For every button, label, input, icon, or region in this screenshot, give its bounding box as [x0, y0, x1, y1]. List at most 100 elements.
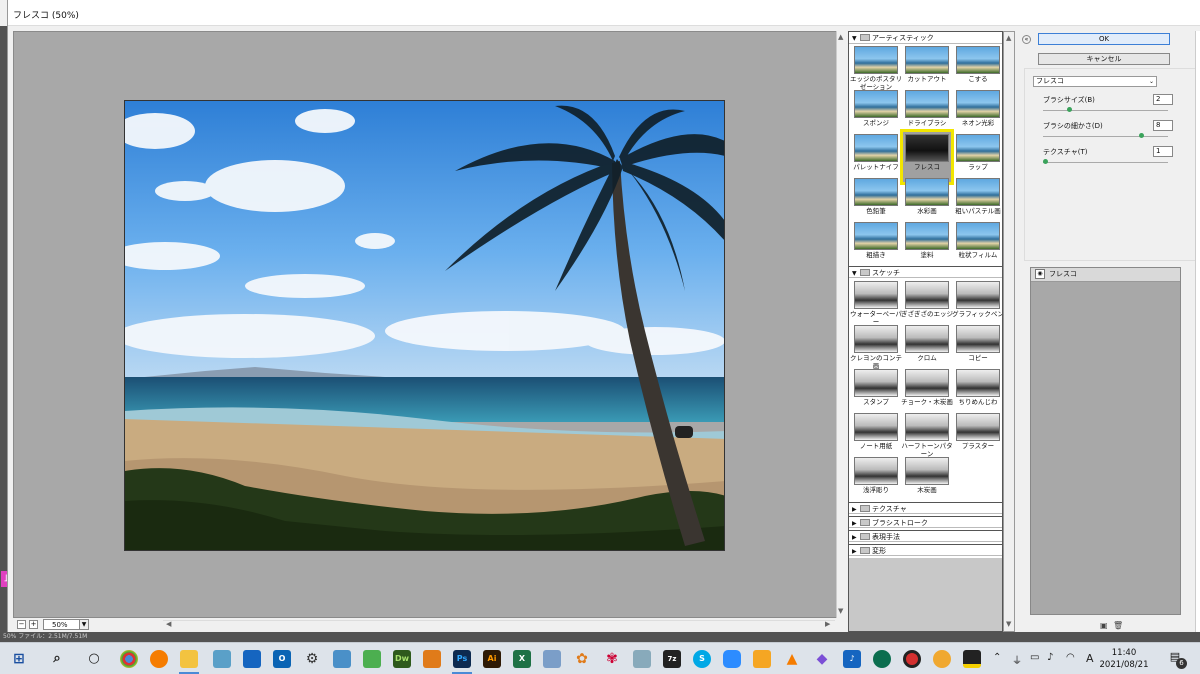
app-icon[interactable]: ✾	[603, 650, 621, 668]
filter-thumbnail[interactable]	[905, 134, 949, 162]
brush-detail-input[interactable]: 8	[1153, 120, 1173, 131]
delete-effect-layer-icon[interactable]: 🗑	[1113, 621, 1123, 630]
search-icon[interactable]: ⌕	[48, 650, 66, 668]
app-icon[interactable]	[213, 650, 231, 668]
preview-vertical-scrollbar[interactable]: ▲ ▼	[836, 31, 846, 618]
music-icon[interactable]: ♪	[843, 650, 861, 668]
brush-size-input[interactable]: 2	[1153, 94, 1173, 105]
app-icon[interactable]	[363, 650, 381, 668]
filter-thumbnail[interactable]	[956, 134, 1000, 162]
illustrator-icon[interactable]: Ai	[483, 650, 501, 668]
vlc-icon[interactable]: ▲	[783, 650, 801, 668]
scroll-left-arrow[interactable]: ◀	[166, 620, 171, 628]
skype-icon[interactable]: S	[693, 650, 711, 668]
outlook-icon[interactable]: O	[273, 650, 291, 668]
app-icon[interactable]	[543, 650, 561, 668]
filter-thumbnail[interactable]	[854, 222, 898, 250]
filter-thumbnail[interactable]	[854, 281, 898, 309]
category-artistic[interactable]: ▼ アーティスティック	[849, 32, 1002, 44]
7zip-icon[interactable]: 7z	[663, 650, 681, 668]
category-distort[interactable]: ▶ 変形	[849, 544, 1002, 556]
filter-select[interactable]: フレスコ ⌄	[1033, 76, 1157, 87]
zoom-out-button[interactable]: −	[17, 620, 26, 629]
tray-chevron-icon[interactable]: ⌃	[993, 652, 1001, 663]
category-sketch[interactable]: ▼ スケッチ	[849, 266, 1002, 278]
task-view-icon[interactable]: ○	[85, 650, 103, 668]
scroll-right-arrow[interactable]: ▶	[825, 620, 830, 628]
filter-thumbnail[interactable]	[956, 281, 1000, 309]
filter-thumbnail[interactable]	[905, 46, 949, 74]
category-brush-strokes[interactable]: ▶ ブラシストローク	[849, 516, 1002, 528]
filter-thumbnail[interactable]	[905, 457, 949, 485]
brush-detail-slider[interactable]	[1043, 133, 1168, 138]
eye-icon[interactable]: ◉	[1035, 269, 1045, 279]
battery-icon[interactable]: ▭	[1030, 652, 1039, 663]
filter-thumbnail[interactable]	[854, 369, 898, 397]
texture-slider[interactable]	[1043, 159, 1168, 164]
filter-thumbnail[interactable]	[854, 413, 898, 441]
filter-thumbnail[interactable]	[905, 325, 949, 353]
collapse-panel-icon[interactable]: «	[1022, 35, 1031, 44]
zoom-in-button[interactable]: +	[29, 620, 38, 629]
chrome-icon[interactable]	[120, 650, 138, 668]
windows-start-icon[interactable]: ⊞	[10, 650, 28, 668]
filter-thumbnail[interactable]	[854, 178, 898, 206]
filter-thumbnail[interactable]	[905, 281, 949, 309]
filter-thumbnail[interactable]	[854, 134, 898, 162]
slider-knob[interactable]	[1067, 107, 1072, 112]
preview-horizontal-scrollbar[interactable]: ◀ ▶	[163, 620, 835, 629]
filter-thumbnail[interactable]	[854, 457, 898, 485]
category-texture[interactable]: ▶ テクスチャ	[849, 502, 1002, 514]
sticky-notes-icon[interactable]	[963, 650, 981, 668]
excel-icon[interactable]: X	[513, 650, 531, 668]
preview-area[interactable]	[13, 31, 839, 618]
firefox-icon[interactable]	[150, 650, 168, 668]
new-effect-layer-icon[interactable]: ▣	[1100, 621, 1108, 630]
filter-thumbnail[interactable]	[905, 90, 949, 118]
filter-thumbnail[interactable]	[854, 46, 898, 74]
scroll-up-arrow[interactable]: ▲	[838, 33, 843, 41]
filter-thumbnail[interactable]	[956, 413, 1000, 441]
effect-layer[interactable]: ◉ フレスコ	[1031, 268, 1180, 282]
dreamweaver-icon[interactable]: Dw	[393, 650, 411, 668]
filter-thumbnail[interactable]	[956, 90, 1000, 118]
photoshop-icon[interactable]: Ps	[453, 650, 471, 668]
title-bar[interactable]: フレスコ (50%)	[8, 0, 1200, 26]
filter-thumbnail[interactable]	[854, 325, 898, 353]
scroll-down-arrow[interactable]: ▼	[1006, 620, 1011, 628]
scroll-up-arrow[interactable]: ▲	[1006, 34, 1011, 42]
app-icon[interactable]	[423, 650, 441, 668]
file-explorer-icon[interactable]	[180, 650, 198, 668]
app-icon[interactable]: ◆	[813, 650, 831, 668]
filter-thumbnail[interactable]	[905, 222, 949, 250]
filter-thumbnail[interactable]	[956, 369, 1000, 397]
slider-knob[interactable]	[1139, 133, 1144, 138]
filter-thumbnail[interactable]	[956, 325, 1000, 353]
tray-icon[interactable]: ⏚	[1012, 652, 1022, 667]
brush-size-slider[interactable]	[1043, 107, 1168, 112]
filter-thumbnail[interactable]	[956, 178, 1000, 206]
filter-thumbnail[interactable]	[905, 178, 949, 206]
app-icon[interactable]	[933, 650, 951, 668]
slider-knob[interactable]	[1043, 159, 1048, 164]
app-icon[interactable]	[753, 650, 771, 668]
taskbar-clock[interactable]: 11:40 2021/08/21	[1092, 647, 1156, 671]
zoom-icon[interactable]	[723, 650, 741, 668]
app-icon[interactable]	[873, 650, 891, 668]
ok-button[interactable]: OK	[1038, 33, 1170, 45]
notification-icon[interactable]: ▤ 6	[1166, 650, 1187, 669]
category-stylize[interactable]: ▶ 表現手法	[849, 530, 1002, 542]
filter-thumbnail[interactable]	[956, 46, 1000, 74]
settings-gear-icon[interactable]: ⚙	[303, 650, 321, 668]
filter-thumbnail[interactable]	[956, 222, 1000, 250]
zoom-dropdown-icon[interactable]: ▼	[79, 619, 89, 630]
filter-thumbnail[interactable]	[905, 413, 949, 441]
filter-thumbnail[interactable]	[854, 90, 898, 118]
photos-icon[interactable]	[243, 650, 261, 668]
texture-input[interactable]: 1	[1153, 146, 1173, 157]
volume-icon[interactable]: ♪	[1047, 652, 1053, 663]
network-icon[interactable]: ◠	[1066, 652, 1075, 663]
app-icon[interactable]	[633, 650, 651, 668]
butterfly-icon[interactable]: ✿	[573, 650, 591, 668]
gallery-scrollbar[interactable]: ▲ ▼	[1003, 31, 1015, 632]
